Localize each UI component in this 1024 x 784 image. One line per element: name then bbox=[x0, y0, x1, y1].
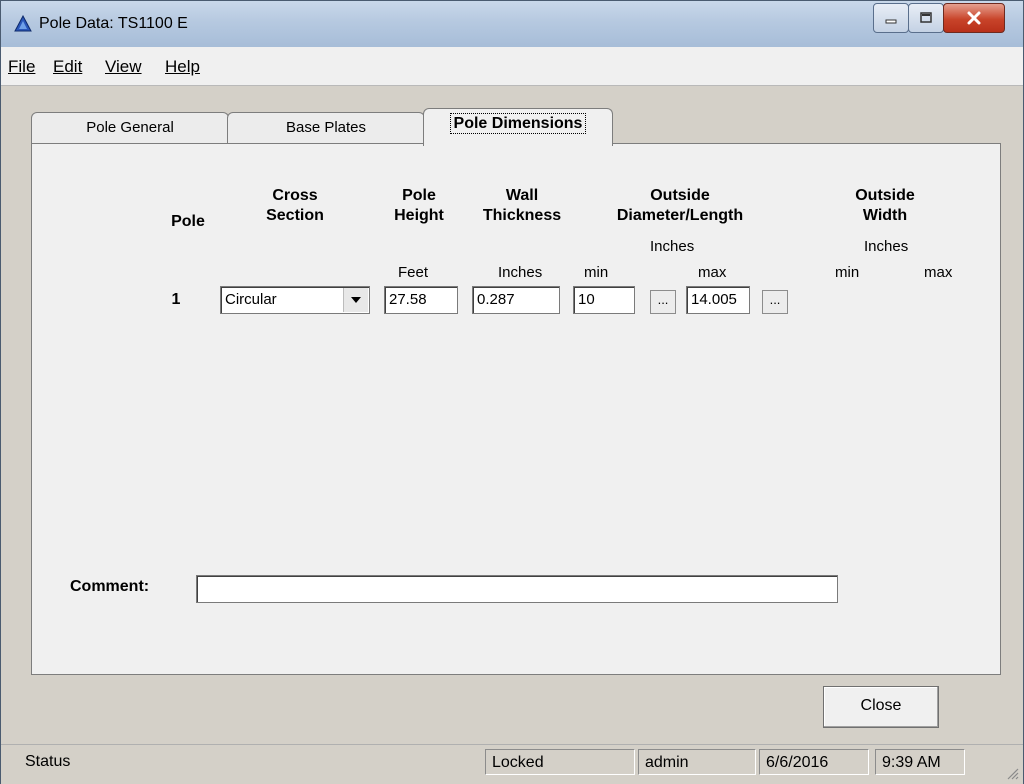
minimize-icon bbox=[885, 19, 897, 24]
pole-data-window: Pole Data: TS1100 E File Edit View Help … bbox=[0, 0, 1024, 784]
minimize-button[interactable] bbox=[873, 3, 909, 33]
client-area: Pole General Base Plates Pole Dimensions… bbox=[1, 86, 1023, 741]
tab-pole-general-label: Pole General bbox=[86, 119, 174, 136]
menu-view-label: View bbox=[105, 57, 142, 76]
tab-base-plates[interactable]: Base Plates bbox=[227, 112, 425, 145]
resize-grip-icon[interactable] bbox=[1005, 766, 1019, 780]
title-bar[interactable]: Pole Data: TS1100 E bbox=[1, 1, 1023, 47]
menu-help-label: Help bbox=[165, 57, 200, 76]
menu-view[interactable]: View bbox=[105, 57, 142, 77]
od-min-browse-button[interactable]: ... bbox=[650, 290, 676, 314]
menu-file-label: File bbox=[8, 57, 36, 76]
wall-thickness-input[interactable]: 0.287 bbox=[472, 286, 560, 314]
close-button[interactable]: Close bbox=[823, 686, 939, 728]
status-text: Status bbox=[25, 753, 71, 770]
header-outside-width-line2: Width bbox=[862, 207, 908, 224]
menu-bar: File Edit View Help bbox=[1, 47, 1023, 86]
pole-height-input[interactable]: 27.58 bbox=[384, 286, 458, 314]
unit-ow-inches: Inches bbox=[864, 238, 909, 255]
header-wall-thickness-line2: Thickness bbox=[482, 207, 562, 224]
header-outside-width: Outside Width bbox=[840, 186, 930, 226]
cross-section-value: Circular bbox=[225, 291, 277, 308]
header-outside-diameter: Outside Diameter/Length bbox=[600, 186, 760, 226]
unit-ow-min: min bbox=[835, 264, 860, 281]
close-window-button[interactable] bbox=[943, 3, 1005, 33]
unit-feet: Feet bbox=[398, 264, 429, 281]
status-date: 6/6/2016 bbox=[759, 749, 869, 775]
tab-pole-general[interactable]: Pole General bbox=[31, 112, 229, 145]
header-outside-diameter-line2: Diameter/Length bbox=[616, 207, 744, 224]
menu-edit-label: Edit bbox=[53, 57, 83, 76]
od-min-input[interactable]: 10 bbox=[573, 286, 635, 314]
maximize-icon bbox=[920, 12, 932, 23]
menu-help[interactable]: Help bbox=[165, 57, 200, 77]
cross-section-select[interactable]: Circular bbox=[220, 286, 370, 314]
header-wall-thickness-line1: Wall bbox=[505, 187, 539, 204]
status-user: admin bbox=[638, 749, 756, 775]
unit-od-max: max bbox=[698, 264, 727, 281]
header-cross-section-line2: Section bbox=[266, 207, 324, 224]
unit-od-inches: Inches bbox=[650, 238, 695, 255]
window-title: Pole Data: TS1100 E bbox=[39, 15, 188, 32]
pole-number: 1 bbox=[171, 291, 181, 308]
od-max-input[interactable]: 14.005 bbox=[686, 286, 750, 314]
close-icon bbox=[967, 11, 981, 25]
header-wall-thickness: Wall Thickness bbox=[470, 186, 574, 226]
header-outside-diameter-line1: Outside bbox=[650, 187, 710, 204]
header-pole: Pole bbox=[171, 213, 205, 230]
tab-pole-dimensions[interactable]: Pole Dimensions bbox=[423, 108, 613, 146]
cross-section-dropdown-button[interactable] bbox=[343, 288, 368, 312]
tab-strip: Pole General Base Plates Pole Dimensions bbox=[31, 108, 1003, 146]
menu-edit[interactable]: Edit bbox=[53, 57, 82, 77]
header-outside-width-line1: Outside bbox=[855, 187, 915, 204]
header-pole-height-line1: Pole bbox=[402, 187, 436, 204]
status-locked: Locked bbox=[485, 749, 635, 775]
maximize-button[interactable] bbox=[908, 3, 944, 33]
chevron-down-icon bbox=[351, 297, 361, 303]
app-logo-icon bbox=[14, 15, 32, 32]
comment-label: Comment: bbox=[70, 578, 150, 595]
header-cross-section: Cross Section bbox=[250, 186, 340, 226]
unit-ow-max: max bbox=[924, 264, 953, 281]
tab-base-plates-label: Base Plates bbox=[285, 119, 367, 136]
tab-pole-dimensions-label: Pole Dimensions bbox=[449, 113, 587, 134]
header-pole-height: Pole Height bbox=[384, 186, 454, 226]
pole-dimensions-panel: Pole Cross Section Pole Height Wall Thic… bbox=[31, 143, 1001, 675]
menu-file[interactable]: File bbox=[8, 57, 35, 77]
header-cross-section-line1: Cross bbox=[272, 187, 318, 204]
unit-wall-inches: Inches bbox=[498, 264, 543, 281]
status-time: 9:39 AM bbox=[875, 749, 965, 775]
unit-od-min: min bbox=[584, 264, 609, 281]
comment-input[interactable] bbox=[196, 575, 838, 603]
caption-buttons bbox=[873, 3, 1005, 33]
od-max-browse-button[interactable]: ... bbox=[762, 290, 788, 314]
status-bar: Status Locked admin 6/6/2016 9:39 AM bbox=[1, 744, 1023, 784]
header-pole-height-line2: Height bbox=[394, 207, 444, 224]
